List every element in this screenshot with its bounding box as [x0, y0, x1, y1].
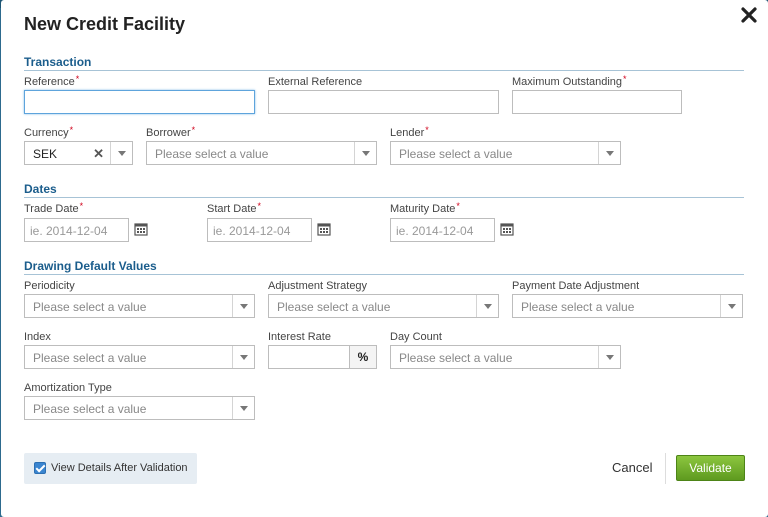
interest-rate-label: Interest Rate [268, 331, 331, 343]
payment-date-adjustment-select[interactable]: Please select a value [512, 294, 743, 318]
index-label: Index [24, 331, 51, 343]
trade-date-input[interactable]: ie. 2014-12-04 [24, 218, 129, 242]
borrower-placeholder: Please select a value [155, 147, 269, 161]
periodicity-label: Periodicity [24, 280, 75, 292]
adjustment-strategy-placeholder: Please select a value [277, 300, 391, 314]
day-count-label: Day Count [390, 331, 442, 343]
view-details-checkbox[interactable] [34, 462, 46, 474]
clear-icon[interactable]: ✕ [93, 146, 104, 162]
currency-label: Currency* [24, 125, 74, 139]
view-details-label: View Details After Validation [51, 462, 188, 474]
periodicity-select[interactable]: Please select a value [24, 294, 255, 318]
external-reference-input[interactable] [268, 90, 499, 114]
adjustment-strategy-select[interactable]: Please select a value [268, 294, 499, 318]
payment-date-adjustment-placeholder: Please select a value [521, 300, 635, 314]
amortization-type-placeholder: Please select a value [33, 402, 147, 416]
lender-label: Lender* [390, 125, 429, 139]
interest-rate-input[interactable] [268, 345, 350, 369]
index-placeholder: Please select a value [33, 351, 147, 365]
view-details-toggle[interactable]: View Details After Validation [24, 453, 197, 484]
chevron-down-icon [110, 142, 132, 164]
currency-select[interactable]: SEK ✕ [24, 141, 133, 165]
calendar-icon[interactable] [500, 222, 514, 236]
chevron-down-icon [476, 295, 498, 317]
trade-date-label: Trade Date* [24, 201, 84, 215]
index-select[interactable]: Please select a value [24, 345, 255, 369]
section-transaction-heading: Transaction [24, 55, 744, 71]
periodicity-placeholder: Please select a value [33, 300, 147, 314]
start-date-input[interactable]: ie. 2014-12-04 [207, 218, 312, 242]
maximum-outstanding-label: Maximum Outstanding* [512, 74, 627, 88]
maturity-date-input[interactable]: ie. 2014-12-04 [390, 218, 495, 242]
day-count-select[interactable]: Please select a value [390, 345, 621, 369]
start-date-label: Start Date* [207, 201, 262, 215]
external-reference-label: External Reference [268, 76, 363, 88]
chevron-down-icon [720, 295, 742, 317]
calendar-icon[interactable] [317, 222, 331, 236]
dialog-title: New Credit Facility [24, 14, 186, 34]
lender-select[interactable]: Please select a value [390, 141, 621, 165]
currency-value: SEK [33, 147, 58, 161]
cancel-button[interactable]: Cancel [612, 460, 652, 475]
day-count-placeholder: Please select a value [399, 351, 513, 365]
reference-label: Reference* [24, 74, 80, 88]
maximum-outstanding-input[interactable] [512, 90, 682, 114]
amortization-type-label: Amortization Type [24, 382, 112, 394]
close-icon[interactable] [739, 5, 759, 25]
borrower-select[interactable]: Please select a value [146, 141, 377, 165]
chevron-down-icon [232, 295, 254, 317]
chevron-down-icon [354, 142, 376, 164]
amortization-type-select[interactable]: Please select a value [24, 396, 255, 420]
borrower-label: Borrower* [146, 125, 196, 139]
calendar-icon[interactable] [134, 222, 148, 236]
adjustment-strategy-label: Adjustment Strategy [268, 280, 368, 292]
section-dates-heading: Dates [24, 182, 744, 198]
reference-input[interactable] [24, 90, 255, 114]
percent-addon: % [350, 345, 377, 369]
chevron-down-icon [232, 346, 254, 368]
validate-button[interactable]: Validate [676, 455, 745, 481]
chevron-down-icon [598, 346, 620, 368]
section-drawing-defaults-heading: Drawing Default Values [24, 259, 744, 275]
payment-date-adjustment-label: Payment Date Adjustment [512, 280, 640, 292]
maturity-date-label: Maturity Date* [390, 201, 460, 215]
new-credit-facility-dialog: New Credit Facility Transaction Referenc… [1, 0, 768, 517]
chevron-down-icon [598, 142, 620, 164]
lender-placeholder: Please select a value [399, 147, 513, 161]
footer-divider [665, 453, 666, 484]
chevron-down-icon [232, 397, 254, 419]
